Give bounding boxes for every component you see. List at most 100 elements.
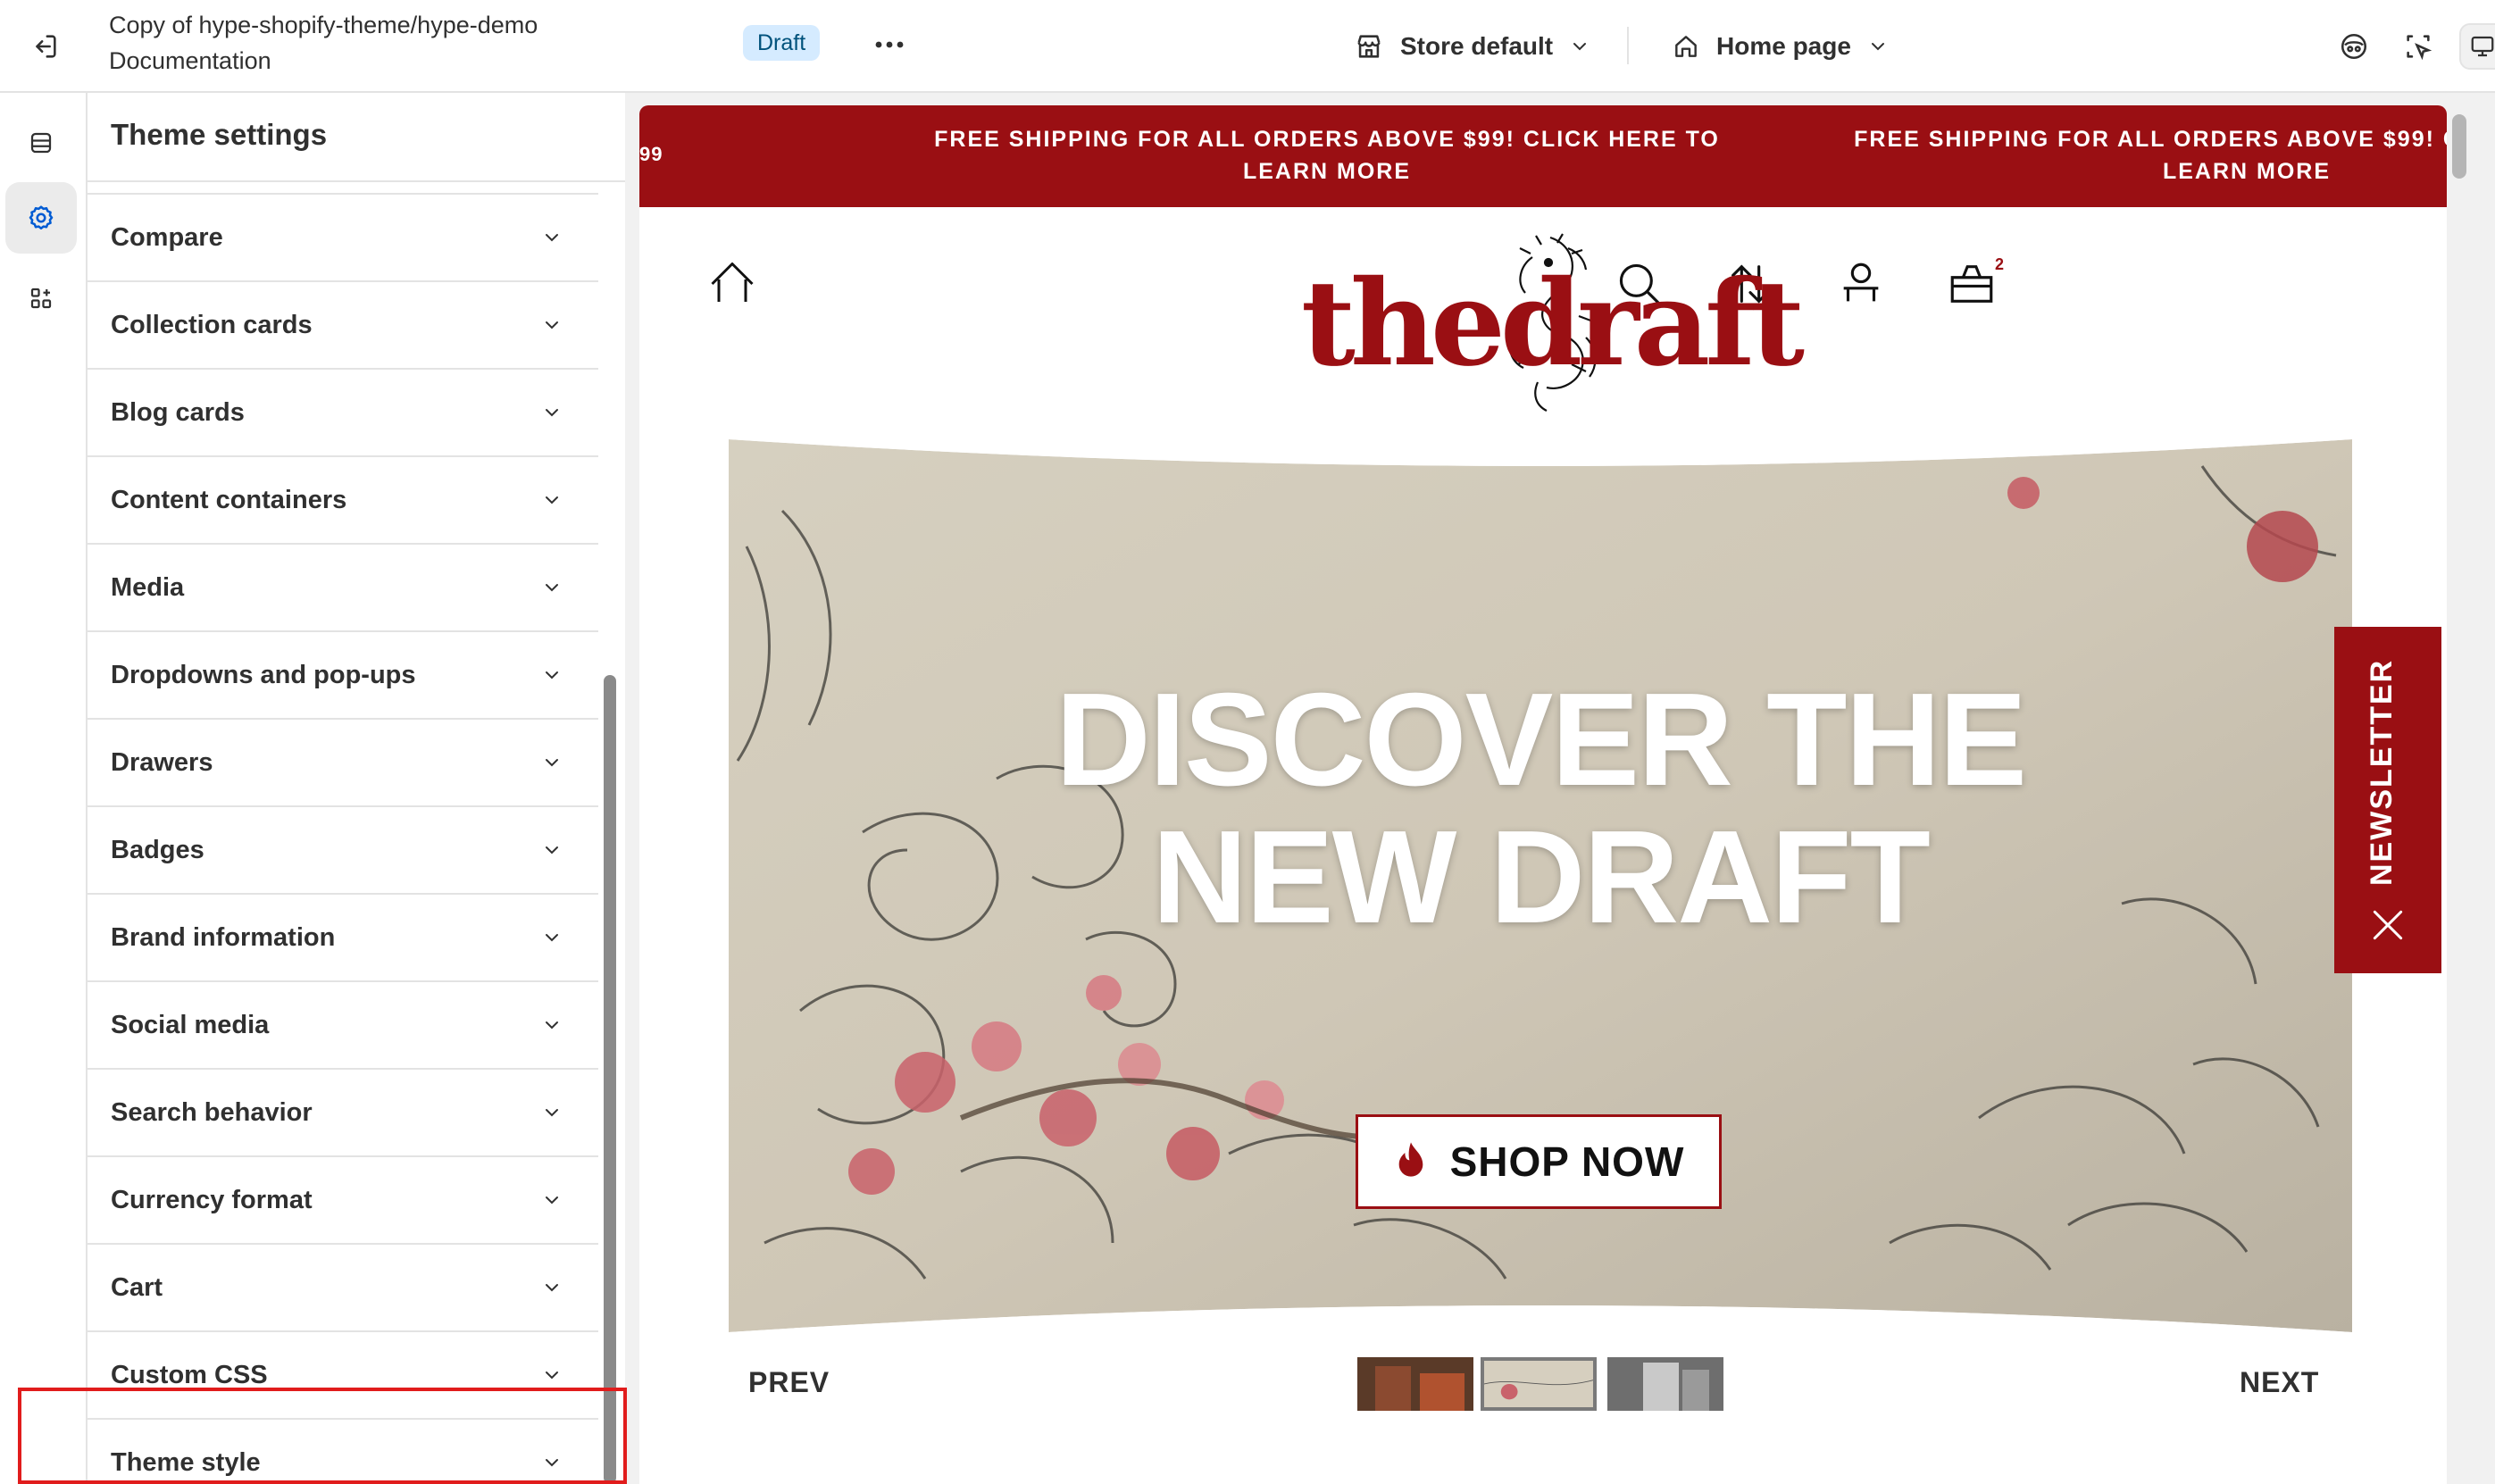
settings-item-label: Dropdowns and pop-ups bbox=[111, 660, 416, 689]
account-icon bbox=[1843, 263, 1879, 302]
settings-item-search-behavior[interactable]: Search behavior bbox=[88, 1068, 598, 1155]
shop-now-label: SHOP NOW bbox=[1449, 1138, 1685, 1185]
announcement-text[interactable]: FREE SHIPPING FOR ALL ORDERS ABOVE $99! … bbox=[1809, 123, 2447, 188]
editor-topbar: Copy of hype-shopify-theme/hype-demo Doc… bbox=[0, 0, 2495, 93]
newsletter-tab[interactable]: NEWSLETTER bbox=[2334, 627, 2441, 973]
chevron-down-icon bbox=[1871, 43, 1884, 51]
settings-item-label: Search behavior bbox=[111, 1097, 313, 1127]
home-icon bbox=[711, 263, 754, 302]
panel-scrollbar[interactable] bbox=[604, 675, 616, 1484]
slide-thumbnail[interactable] bbox=[1607, 1357, 1723, 1411]
settings-item-currency-format[interactable]: Currency format bbox=[88, 1155, 598, 1243]
theme-settings-button[interactable] bbox=[5, 182, 77, 254]
settings-item-label: Media bbox=[111, 572, 185, 602]
settings-list: Compare Collection cards Blog cards Content… bbox=[88, 193, 598, 1484]
chevron-down-icon bbox=[546, 584, 558, 592]
chevron-down-icon bbox=[546, 671, 558, 679]
theme-name-line1: Copy of hype-shopify-theme/hype-demo bbox=[109, 12, 538, 38]
settings-item-media[interactable]: Media bbox=[88, 543, 598, 630]
preview-scrollbar-thumb[interactable] bbox=[2452, 114, 2466, 179]
settings-item-label: Compare bbox=[111, 222, 223, 252]
chevron-down-icon bbox=[546, 1371, 558, 1380]
home-link[interactable] bbox=[704, 255, 761, 313]
home-icon bbox=[1675, 36, 1697, 57]
logo-text: thedraft bbox=[1300, 254, 1805, 393]
prev-button[interactable]: PREV bbox=[748, 1366, 830, 1399]
newsletter-label: NEWSLETTER bbox=[2365, 658, 2399, 886]
chevron-down-icon bbox=[546, 934, 558, 942]
settings-item-drawers[interactable]: Drawers bbox=[88, 718, 598, 805]
slide-thumbnail[interactable] bbox=[1357, 1357, 1473, 1411]
hero-heading: DISCOVER THE NEW DRAFT bbox=[729, 671, 2352, 946]
apps-button[interactable] bbox=[5, 263, 77, 334]
settings-item-badges[interactable]: Badges bbox=[88, 805, 598, 893]
editor-rail bbox=[0, 93, 88, 1484]
chevron-down-icon bbox=[546, 1021, 558, 1030]
chevron-down-icon bbox=[546, 409, 558, 417]
next-button[interactable]: NEXT bbox=[2240, 1366, 2319, 1399]
desktop-view-button[interactable] bbox=[2459, 23, 2495, 70]
settings-item-label: Currency format bbox=[111, 1185, 313, 1214]
settings-item-collection-cards[interactable]: Collection cards bbox=[88, 280, 598, 368]
settings-item-cart[interactable]: Cart bbox=[88, 1243, 598, 1330]
slideshow-controls: PREV NEXT bbox=[639, 1352, 2447, 1416]
more-actions-button[interactable] bbox=[868, 23, 911, 66]
settings-item-dropdowns-and-pop-ups[interactable]: Dropdowns and pop-ups bbox=[88, 630, 598, 718]
inspector-button[interactable] bbox=[2395, 23, 2441, 70]
preview-visibility-button[interactable] bbox=[2331, 23, 2377, 70]
settings-item-label: Social media bbox=[111, 1010, 270, 1039]
settings-item-brand-information[interactable]: Brand information bbox=[88, 893, 598, 980]
settings-item-blog-cards[interactable]: Blog cards bbox=[88, 368, 598, 455]
panel-title: Theme settings bbox=[111, 118, 328, 151]
announcement-text[interactable]: FREE SHIPPING FOR ALL ORDERS ABOVE $99! … bbox=[889, 123, 1765, 188]
sections-button[interactable] bbox=[5, 107, 77, 179]
page-selector-label: Home page bbox=[1716, 32, 1851, 60]
cart-button[interactable]: 2 bbox=[1943, 255, 2004, 313]
chevron-down-icon bbox=[546, 1109, 558, 1117]
storefront-preview: 99 FREE SHIPPING FOR ALL ORDERS ABOVE $9… bbox=[639, 105, 2447, 1484]
cart-icon bbox=[1950, 265, 1993, 303]
announcement-fragment: 99 bbox=[639, 143, 663, 165]
chevron-down-icon bbox=[546, 234, 558, 242]
exit-button[interactable] bbox=[23, 25, 66, 68]
settings-item-social-media[interactable]: Social media bbox=[88, 980, 598, 1068]
theme-name-line2: Documentation bbox=[109, 47, 271, 74]
divider bbox=[1627, 27, 1629, 64]
page-selector[interactable]: Home page bbox=[1672, 21, 1889, 71]
settings-icon bbox=[29, 205, 54, 229]
desktop-icon bbox=[2471, 36, 2494, 57]
close-icon[interactable] bbox=[2368, 905, 2407, 945]
chevron-down-icon bbox=[1573, 43, 1587, 51]
settings-item-label: Drawers bbox=[111, 747, 213, 777]
slide-thumbnail-active[interactable] bbox=[1481, 1357, 1597, 1411]
store-logo[interactable]: thedraft bbox=[1301, 233, 1805, 413]
status-badge: Draft bbox=[743, 25, 821, 61]
settings-item-label: Blog cards bbox=[111, 397, 245, 427]
store-selector-label: Store default bbox=[1400, 32, 1554, 60]
chevron-down-icon bbox=[546, 321, 558, 329]
panel-scrollbar-thumb[interactable] bbox=[604, 675, 616, 1484]
more-icon bbox=[875, 41, 904, 48]
annotation-highlight-box bbox=[18, 1388, 627, 1484]
store-selector[interactable]: Store default bbox=[1354, 21, 1590, 71]
settings-item-content-containers[interactable]: Content containers bbox=[88, 455, 598, 543]
chevron-down-icon bbox=[546, 1284, 558, 1292]
account-button[interactable] bbox=[1832, 255, 1890, 313]
sections-icon bbox=[30, 132, 52, 154]
settings-item-label: Badges bbox=[111, 835, 204, 864]
announcement-bar[interactable]: 99 FREE SHIPPING FOR ALL ORDERS ABOVE $9… bbox=[639, 105, 2447, 207]
panel-header: Theme settings bbox=[88, 93, 625, 182]
hero-slideshow[interactable]: DISCOVER THE NEW DRAFT SHOP NOW bbox=[729, 439, 2352, 1332]
settings-item-compare[interactable]: Compare bbox=[88, 193, 598, 280]
settings-item-label: Brand information bbox=[111, 922, 336, 952]
settings-item-label: Content containers bbox=[111, 485, 347, 514]
hero-heading-line2: NEW DRAFT bbox=[1152, 804, 1931, 951]
hero-heading-line1: DISCOVER THE bbox=[1055, 666, 2027, 813]
store-icon bbox=[1357, 35, 1381, 58]
preview-scrollbar[interactable] bbox=[2449, 105, 2470, 1484]
theme-settings-panel: Theme settings Compare Collection cards Bl… bbox=[88, 93, 625, 1484]
chevron-down-icon bbox=[546, 846, 558, 855]
inspector-icon bbox=[2407, 35, 2432, 61]
shop-now-button[interactable]: SHOP NOW bbox=[1356, 1114, 1722, 1209]
settings-item-label: Cart bbox=[111, 1272, 163, 1302]
